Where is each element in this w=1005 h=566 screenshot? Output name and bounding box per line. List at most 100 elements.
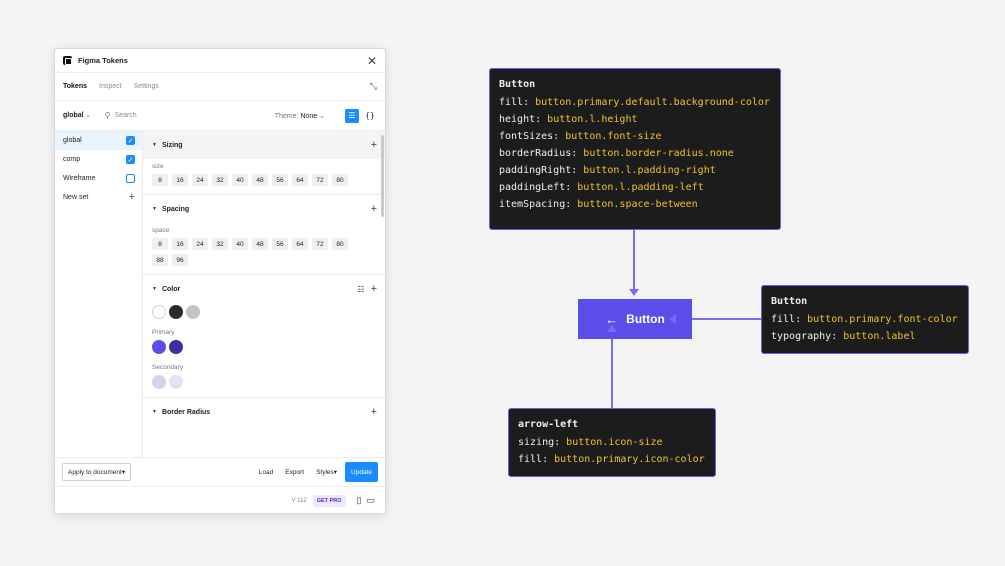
token-chip[interactable]: 88 xyxy=(152,254,168,266)
token-chip[interactable]: 24 xyxy=(192,174,208,186)
group-header[interactable]: ▼ Sizing + xyxy=(143,131,385,159)
group-header[interactable]: ▼ Border Radius + xyxy=(152,398,377,426)
color-swatch[interactable] xyxy=(152,340,166,354)
color-swatch[interactable] xyxy=(169,375,183,389)
token-group-color: ▼ Color ☷ + Primary Secondary xyxy=(143,275,385,398)
export-button[interactable]: Export xyxy=(285,469,304,476)
close-icon[interactable]: ✕ xyxy=(367,55,377,67)
window-title: Figma Tokens xyxy=(78,56,128,65)
set-checkbox-comp[interactable]: ✓ xyxy=(126,155,135,164)
annotation-line: fontSizes: button.font-size xyxy=(499,131,771,142)
token-chips: 8 16 24 32 40 48 56 64 72 80 xyxy=(152,174,352,186)
token-chip[interactable]: 72 xyxy=(312,174,328,186)
status-bar: V 112 GET PRO ▯ ▭ xyxy=(55,486,385,513)
theme-select-value: None xyxy=(300,112,318,120)
apply-to-document-select[interactable]: Apply to document ▾ xyxy=(62,463,132,481)
color-swatch[interactable] xyxy=(169,305,183,319)
token-chip[interactable]: 16 xyxy=(172,174,188,186)
annotation-title: Button xyxy=(771,296,808,307)
theme-select[interactable]: Theme: None ⌄ xyxy=(275,112,325,120)
token-reference: button.l.padding-left xyxy=(577,182,704,193)
annotation-line: fill: button.primary.default.background-… xyxy=(499,97,771,108)
styles-label: Styles xyxy=(316,469,334,476)
book-icon[interactable]: ▯ xyxy=(357,495,362,506)
token-chip[interactable]: 40 xyxy=(232,238,248,250)
token-chip[interactable]: 32 xyxy=(212,238,228,250)
set-label: New set xyxy=(63,194,89,201)
add-token-button[interactable]: + xyxy=(371,406,377,418)
token-reference: button.l.padding-right xyxy=(583,165,716,176)
token-group-spacing: ▼ Spacing + space 8 16 24 32 40 48 56 64 72 80 88 9… xyxy=(143,195,385,275)
annotation-line: height: button.l.height xyxy=(499,114,771,125)
token-chip[interactable]: 40 xyxy=(232,174,248,186)
color-swatch[interactable] xyxy=(152,375,166,389)
load-button[interactable]: Load xyxy=(259,469,273,476)
json-view-button[interactable]: {} xyxy=(363,109,377,123)
group-header[interactable]: ▼ Spacing + xyxy=(152,195,377,223)
chevron-down-icon: ⌄ xyxy=(319,112,325,120)
token-chip[interactable]: 32 xyxy=(212,174,228,186)
token-chip[interactable]: 72 xyxy=(312,238,328,250)
token-chip[interactable]: 80 xyxy=(332,238,348,250)
token-chip[interactable]: 80 xyxy=(332,174,348,186)
token-chip[interactable]: 8 xyxy=(152,238,168,250)
sidebar-item-wireframe[interactable]: Wireframe xyxy=(55,169,142,188)
set-label: global xyxy=(63,137,82,144)
token-reference: button.primary.icon-color xyxy=(554,454,705,465)
get-pro-button[interactable]: GET PRO xyxy=(312,494,346,507)
feedback-icon[interactable]: ▭ xyxy=(366,495,375,506)
color-swatch[interactable] xyxy=(186,305,200,319)
caret-down-icon: ▼ xyxy=(152,409,157,415)
set-checkbox-wireframe[interactable] xyxy=(126,174,135,183)
property-key: fill: xyxy=(518,454,555,465)
chevron-down-icon: ⌄ xyxy=(85,113,91,119)
token-reference: button.icon-size xyxy=(566,437,663,448)
set-checkbox-global[interactable]: ✓ xyxy=(126,136,135,145)
annotation-line: fill: button.primary.icon-color xyxy=(518,454,706,465)
token-chip[interactable]: 48 xyxy=(252,174,268,186)
group-header[interactable]: ▼ Color ☷ + xyxy=(152,275,377,303)
collapse-icon[interactable]: ⤡ xyxy=(370,81,377,92)
annotation-title: arrow-left xyxy=(518,419,579,430)
color-swatches xyxy=(152,340,377,354)
token-chip[interactable]: 24 xyxy=(192,238,208,250)
token-set-select[interactable]: global ⌄ xyxy=(63,112,91,119)
figma-tokens-plugin-window: Figma Tokens ✕ Tokens Inspect Settings ⤡… xyxy=(54,48,386,514)
update-button[interactable]: Update xyxy=(345,462,378,482)
sidebar-item-comp[interactable]: comp ✓ xyxy=(55,150,142,169)
add-token-button[interactable]: + xyxy=(371,139,377,151)
token-chip[interactable]: 64 xyxy=(292,174,308,186)
list-icon[interactable]: ☷ xyxy=(357,285,364,294)
token-reference: button.primary.default.background-color xyxy=(535,97,770,108)
sidebar-item-global[interactable]: global ✓ xyxy=(55,131,142,150)
group-title: Spacing xyxy=(161,205,190,213)
color-swatch[interactable] xyxy=(169,340,183,354)
tab-inspect[interactable]: Inspect xyxy=(99,83,122,90)
list-view-button[interactable]: ☰ xyxy=(345,108,359,123)
token-chip[interactable]: 64 xyxy=(292,238,308,250)
styles-menu-button[interactable]: Styles▾ xyxy=(316,468,337,476)
search-input[interactable] xyxy=(114,112,225,119)
token-group-border-radius: ▼ Border Radius + xyxy=(143,398,385,434)
token-chip[interactable]: 16 xyxy=(172,238,188,250)
tab-settings[interactable]: Settings xyxy=(134,83,159,90)
add-token-button[interactable]: + xyxy=(371,283,377,295)
token-chip[interactable]: 96 xyxy=(172,254,188,266)
set-label: comp xyxy=(63,156,81,163)
action-bar: Apply to document ▾ Load Export Styles▾ U… xyxy=(55,457,385,486)
token-chip[interactable]: 56 xyxy=(272,174,288,186)
arrowhead-icon xyxy=(607,325,617,332)
scrollbar[interactable] xyxy=(381,135,384,217)
annotation-line: paddingLeft: button.l.padding-left xyxy=(499,182,771,193)
tab-tokens[interactable]: Tokens xyxy=(63,83,87,90)
token-chip[interactable]: 48 xyxy=(252,238,268,250)
color-subgroup-label: Secondary xyxy=(152,364,184,371)
add-token-button[interactable]: + xyxy=(371,203,377,215)
color-swatch[interactable] xyxy=(152,305,166,319)
property-key: fill: xyxy=(771,314,808,325)
caret-down-icon: ▾ xyxy=(333,469,338,476)
token-chip[interactable]: 8 xyxy=(152,174,168,186)
property-key: paddingLeft: xyxy=(499,182,578,193)
token-chip[interactable]: 56 xyxy=(272,238,288,250)
new-set-button[interactable]: New set + xyxy=(55,188,142,207)
